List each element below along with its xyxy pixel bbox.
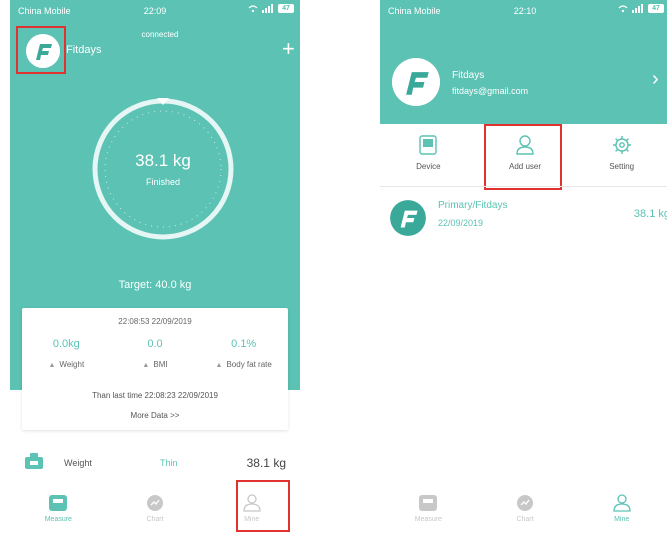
scale-icon (49, 495, 68, 511)
measurement-timestamp: 22:08:53 22/09/2019 (118, 317, 192, 326)
status-bar: China Mobile 22:09 47 (10, 0, 300, 22)
add-button[interactable]: + (282, 38, 295, 60)
tab-label: Measure (44, 516, 72, 523)
battery-icon: 47 (278, 4, 294, 13)
tab-label: Chart (516, 516, 534, 523)
divider (380, 186, 667, 187)
action-label: Device (416, 162, 441, 171)
avatar[interactable] (392, 58, 440, 106)
stat-label: Body fat rate (226, 360, 272, 369)
stat-value: 0.1% (231, 338, 257, 350)
chevron-right-icon[interactable]: › (652, 68, 659, 91)
person-icon (613, 494, 631, 512)
stat-weight: 0.0kg ▲ Weight (22, 338, 111, 369)
device-icon (419, 135, 438, 155)
chart-icon (517, 495, 533, 511)
tab-bar: Measure Chart Mine (380, 488, 667, 536)
signal-icon (262, 4, 273, 13)
more-data-link[interactable]: More Data >> (22, 411, 288, 420)
wifi-icon (618, 4, 628, 12)
mine-tab-highlight-box (236, 480, 290, 532)
gauge-readout: 38.1 kg Finished (88, 94, 238, 244)
stat-value: 0.0 (147, 338, 163, 350)
action-label: Setting (609, 162, 635, 171)
compare-text: Than last time 22:08:23 22/09/2019 (92, 391, 218, 400)
tab-chart[interactable]: Chart (107, 488, 204, 536)
stat-label: BMI (153, 360, 168, 369)
user-avatar (390, 200, 426, 236)
profile-name: Fitdays (452, 70, 485, 81)
stat-label: Weight (59, 360, 85, 369)
battery-icon: 47 (648, 4, 664, 13)
user-list-item[interactable]: Primary/Fitdays 22/09/2019 38.1 kg (380, 196, 667, 240)
setting-button[interactable]: Setting (573, 128, 667, 184)
gauge-weight: 38.1 kg (135, 151, 191, 170)
summary-card: 22:08:53 22/09/2019 0.0kg ▲ Weight 0.0 ▲ B… (22, 308, 288, 430)
stat-value: 0.0kg (52, 338, 80, 350)
device-button[interactable]: Device (380, 128, 477, 184)
tab-label: Mine (614, 516, 630, 523)
user-name: Fitdays (66, 44, 102, 56)
trend-arrow-icon: ▲ (215, 362, 223, 369)
stats-row: 0.0kg ▲ Weight 0.0 ▲ BMI 0.1% ▲ Body fat ra… (22, 338, 288, 369)
user-weight: 38.1 kg (633, 208, 667, 220)
system-icons: 47 (618, 4, 664, 13)
weight-row[interactable]: Weight Thin 38.1 kg (10, 446, 300, 482)
add-user-highlight-box (484, 124, 562, 190)
measure-screen: China Mobile 22:09 47 Fitdays connected … (10, 0, 300, 536)
user-date: 22/09/2019 (438, 218, 484, 228)
signal-icon (632, 4, 643, 13)
tab-label: Chart (146, 516, 164, 523)
gear-icon (612, 136, 631, 154)
tab-measure[interactable]: Measure (10, 488, 107, 536)
tab-label: Measure (414, 516, 442, 523)
tab-chart[interactable]: Chart (477, 488, 574, 536)
trend-arrow-icon: ▲ (142, 362, 150, 369)
trend-arrow-icon: ▲ (48, 362, 56, 369)
user-name: Primary/Fitdays (438, 200, 508, 211)
tab-measure[interactable]: Measure (380, 488, 477, 536)
wifi-icon (248, 4, 258, 12)
stat-bmi: 0.0 ▲ BMI (111, 338, 200, 369)
weight-value: 38.1 kg (246, 456, 286, 470)
scale-icon (25, 453, 43, 469)
status-bar: China Mobile 22:10 47 (380, 0, 667, 22)
logo-highlight-box (16, 26, 66, 74)
target-weight: Target: 40.0 kg (118, 279, 192, 291)
gauge-status: Finished (145, 177, 181, 187)
connection-status: connected (141, 30, 179, 39)
system-icons: 47 (248, 4, 294, 13)
chart-icon (147, 495, 163, 511)
tab-mine[interactable]: Mine (573, 488, 667, 536)
weight-label: Weight (64, 458, 92, 468)
weight-status: Thin (160, 458, 178, 468)
stat-body-fat: 0.1% ▲ Body fat rate (199, 338, 288, 369)
mine-screen: China Mobile 22:10 47 Fitdays fitdays@gm… (380, 0, 667, 536)
profile-email: fitdays@gmail.com (452, 86, 529, 96)
scale-icon (419, 495, 438, 511)
